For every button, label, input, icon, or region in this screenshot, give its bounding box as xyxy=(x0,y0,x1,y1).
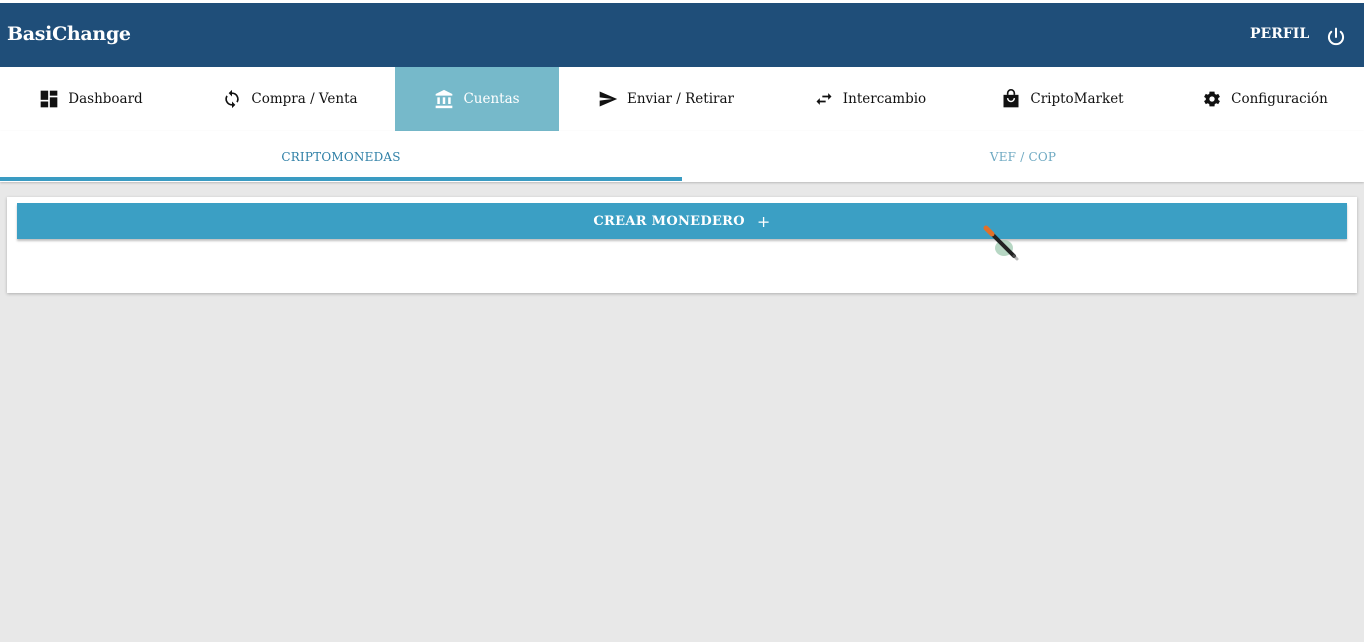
wallets-card: CREAR MONEDERO + xyxy=(7,197,1357,293)
power-icon[interactable] xyxy=(1326,27,1346,47)
nav-item-label: Cuentas xyxy=(463,91,520,107)
account-tabs: CRIPTOMONEDAS VEF / COP xyxy=(0,131,1364,182)
gear-icon xyxy=(1204,91,1221,107)
create-wallet-button[interactable]: CREAR MONEDERO + xyxy=(17,203,1347,239)
nav-item-criptomarket[interactable]: CriptoMarket xyxy=(985,67,1140,131)
profile-link[interactable]: PERFIL xyxy=(1250,26,1309,42)
shopping-bag-icon xyxy=(1003,89,1019,108)
nav-item-label: Dashboard xyxy=(68,91,143,107)
plus-icon: + xyxy=(756,211,771,231)
nav-item-cuentas[interactable]: Cuentas xyxy=(395,67,559,131)
main-nav: Dashboard Compra / Venta Cuentas Enviar … xyxy=(0,67,1364,131)
nav-item-intercambio[interactable]: Intercambio xyxy=(790,67,950,131)
sync-icon xyxy=(225,89,240,109)
brand-logo[interactable]: BasiChange xyxy=(7,23,131,45)
nav-item-dashboard[interactable]: Dashboard xyxy=(0,67,182,131)
bank-icon xyxy=(436,89,453,109)
nav-item-label: Intercambio xyxy=(842,91,927,107)
nav-item-compra-venta[interactable]: Compra / Venta xyxy=(198,67,382,131)
tab-criptomonedas[interactable]: CRIPTOMONEDAS xyxy=(0,131,682,182)
tab-vef-cop[interactable]: VEF / COP xyxy=(682,131,1364,182)
nav-item-label: CriptoMarket xyxy=(1030,91,1124,107)
paintbrush-cursor-icon xyxy=(983,225,1019,261)
nav-item-label: Compra / Venta xyxy=(251,91,358,107)
swap-icon xyxy=(816,93,832,105)
active-tab-indicator xyxy=(0,177,682,181)
nav-item-configuracion[interactable]: Configuración xyxy=(1185,67,1345,131)
send-icon xyxy=(599,91,618,107)
nav-item-enviar-retirar[interactable]: Enviar / Retirar xyxy=(580,67,752,131)
app-header: BasiChange PERFIL xyxy=(0,3,1364,67)
nav-item-label: Enviar / Retirar xyxy=(627,91,734,107)
nav-item-label: Configuración xyxy=(1231,91,1328,107)
dashboard-icon xyxy=(40,90,58,108)
create-wallet-label: CREAR MONEDERO xyxy=(593,213,745,229)
